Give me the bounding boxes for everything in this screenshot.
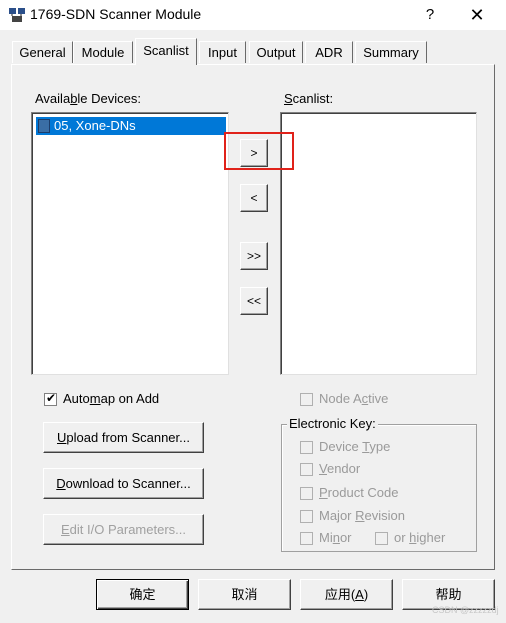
tab-general[interactable]: General <box>12 41 73 63</box>
device-type-label: Device Type <box>319 439 391 454</box>
available-devices-list[interactable]: 05, Xone-DNs <box>31 112 229 375</box>
close-button[interactable]: ✕ <box>460 3 494 27</box>
add-to-scanlist-button[interactable]: > <box>240 139 268 167</box>
tab-module[interactable]: Module <box>73 41 133 63</box>
minor-label: Minor <box>319 530 352 545</box>
device-type-checkbox[interactable] <box>300 441 313 454</box>
node-active-checkbox[interactable] <box>300 393 313 406</box>
vendor-checkbox[interactable] <box>300 463 313 476</box>
download-to-scanner-button[interactable]: Download to Scanner... <box>43 468 204 499</box>
apply-button[interactable]: 应用(A) <box>300 579 393 610</box>
ok-button[interactable]: 确定 <box>96 579 189 610</box>
remove-from-scanlist-button[interactable]: < <box>240 184 268 212</box>
tab-summary[interactable]: Summary <box>355 41 427 63</box>
upload-from-scanner-button[interactable]: Upload from Scanner... <box>43 422 204 453</box>
edit-io-parameters-button[interactable]: Edit I/O Parameters... <box>43 514 204 545</box>
help-button[interactable]: ? <box>416 3 444 27</box>
device-name: 05, Xone-DNs <box>54 118 136 133</box>
major-revision-label: Major Revision <box>319 508 405 523</box>
add-all-button[interactable]: >> <box>240 242 268 270</box>
device-icon <box>38 119 50 133</box>
dialog-window: 1769-SDN Scanner Module ? ✕ General Modu… <box>0 0 506 623</box>
app-icon <box>9 8 25 22</box>
minor-checkbox[interactable] <box>300 532 313 545</box>
electronic-key-title: Electronic Key: <box>287 416 378 431</box>
automap-checkbox[interactable]: ✔ <box>44 391 57 406</box>
tab-adr[interactable]: ADR <box>305 41 353 63</box>
scanlist-list[interactable] <box>280 112 477 375</box>
automap-label: Automap on Add <box>63 391 160 406</box>
title-bar: 1769-SDN Scanner Module ? ✕ <box>0 0 506 30</box>
major-revision-checkbox[interactable] <box>300 510 313 523</box>
node-active-label: Node Active <box>319 391 389 406</box>
tab-input[interactable]: Input <box>199 41 246 63</box>
product-code-label: Product Code <box>319 485 399 500</box>
or-higher-checkbox[interactable] <box>375 532 388 545</box>
product-code-checkbox[interactable] <box>300 487 313 500</box>
remove-all-button[interactable]: << <box>240 287 268 315</box>
available-devices-label: Available Devices: <box>35 91 141 106</box>
check-mark-icon: ✔ <box>46 391 57 405</box>
list-item[interactable]: 05, Xone-DNs <box>36 117 226 135</box>
tab-scanlist[interactable]: Scanlist <box>135 38 197 65</box>
cancel-button[interactable]: 取消 <box>198 579 291 610</box>
scanlist-label: Scanlist: <box>284 91 334 106</box>
or-higher-label: or higher <box>394 530 446 545</box>
watermark: CSDN @zzzzzdj <box>432 605 499 615</box>
tab-output[interactable]: Output <box>249 41 303 63</box>
vendor-label: Vendor <box>319 461 361 476</box>
window-title: 1769-SDN Scanner Module <box>30 6 202 22</box>
